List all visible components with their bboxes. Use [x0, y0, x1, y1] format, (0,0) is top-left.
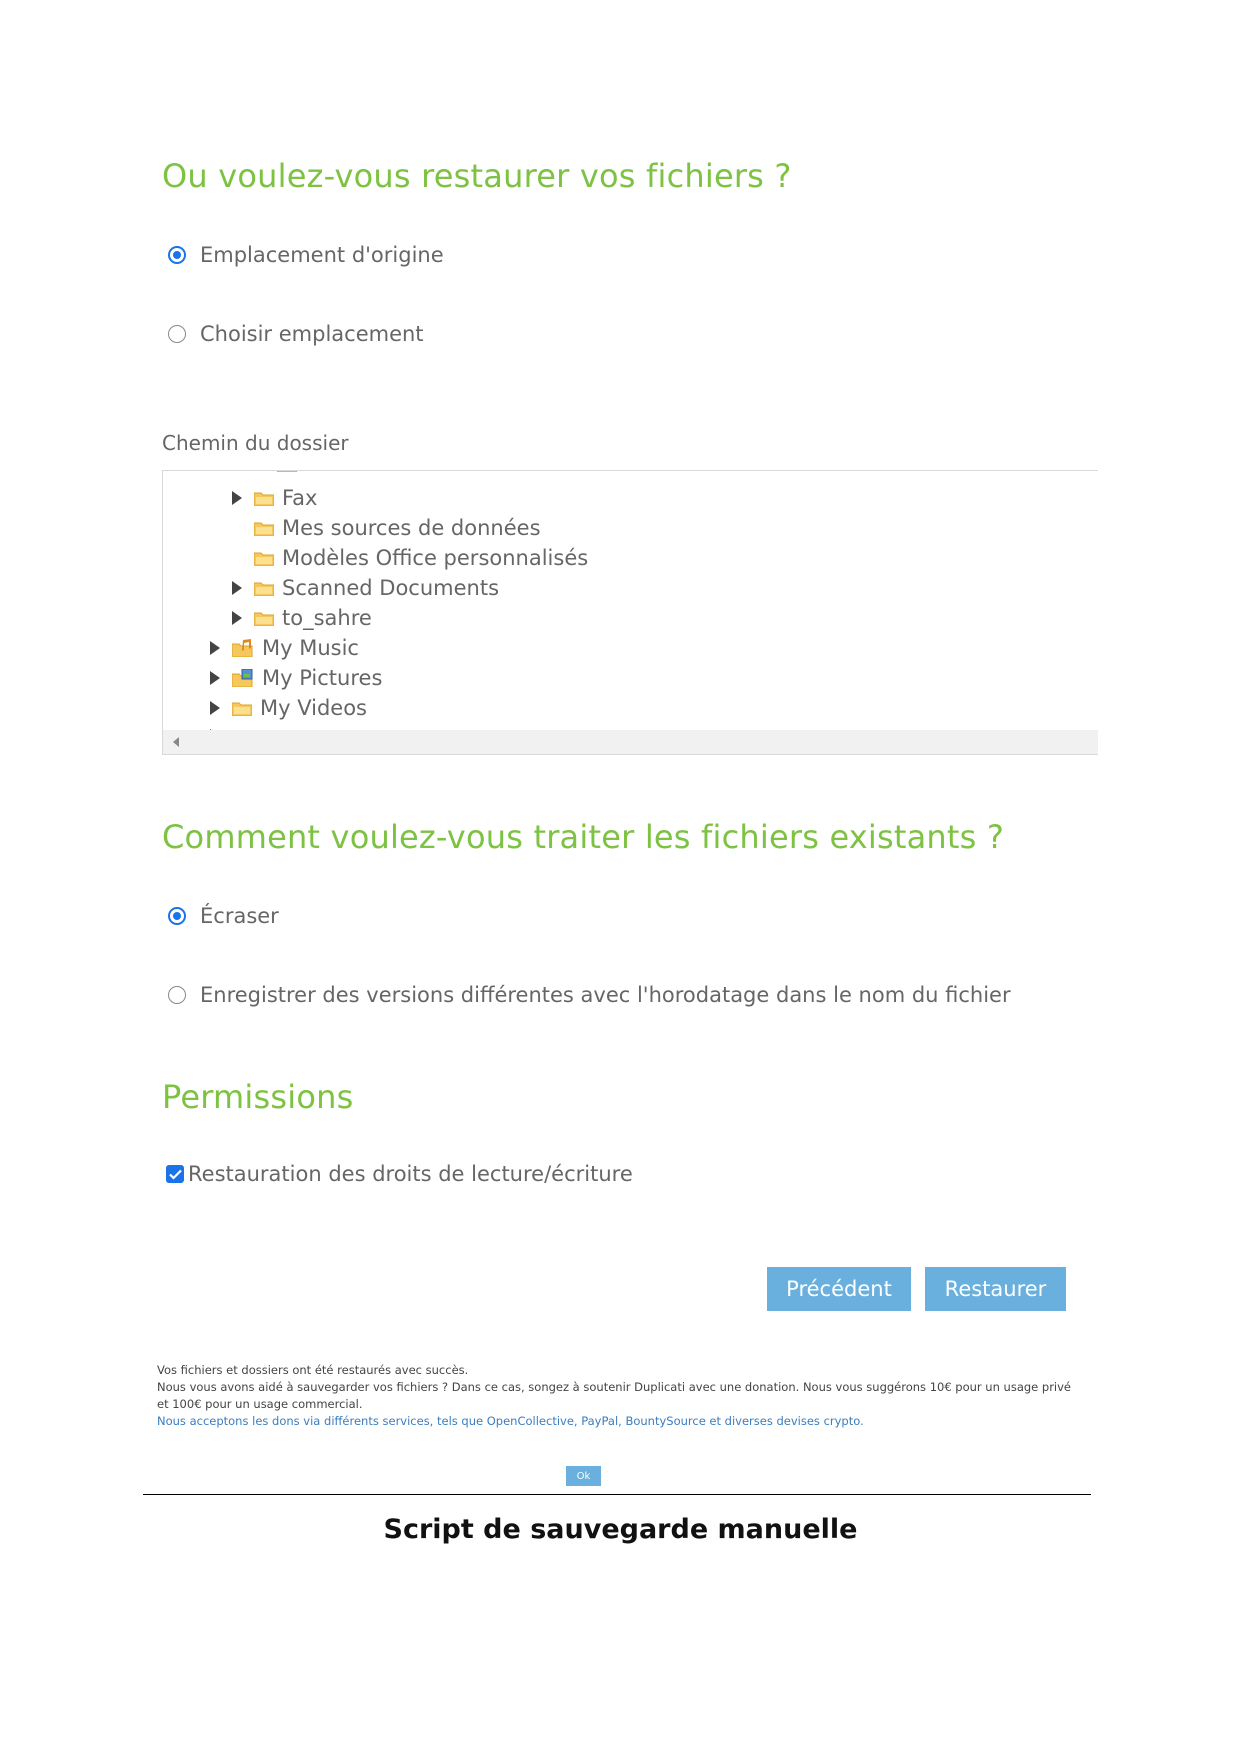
folder-icon [232, 702, 252, 716]
folder-icon [254, 492, 274, 506]
versions-label: Enregistrer des versions différentes ave… [200, 983, 1011, 1007]
tree-node-label: Modèles Office personnalisés [282, 546, 589, 570]
folder-path-label: Chemin du dossier [162, 431, 349, 455]
tree-node-sources[interactable]: Mes sources de données [232, 513, 541, 543]
permissions-heading: Permissions [162, 1078, 354, 1116]
notice-donation-line: Nous vous avons aidé à sauvegarder vos f… [157, 1380, 1072, 1394]
tree-node-label: Fax [282, 486, 318, 510]
tree-node-to-sahre[interactable]: to_sahre [232, 603, 372, 633]
original-location-radio[interactable] [168, 246, 186, 264]
figure-caption: Script de sauvegarde manuelle [383, 1514, 858, 1545]
tree-node-label: My Videos [260, 696, 367, 720]
restore-button[interactable]: Restaurer [925, 1267, 1066, 1311]
donation-services-link[interactable]: Nous acceptons les dons via différents s… [157, 1413, 1087, 1430]
tree-node-fax[interactable]: Fax [232, 483, 317, 513]
tree-node-label: to_sahre [282, 606, 372, 630]
folder-tree[interactable]: Fax Mes sources de données Modèles Offic… [162, 470, 1098, 755]
tree-node-office-templates[interactable]: Modèles Office personnalisés [232, 543, 588, 573]
divider-line [143, 1494, 1091, 1495]
choose-location-option[interactable]: Choisir emplacement [168, 322, 424, 346]
folder-icon [254, 612, 274, 626]
tree-node-my-pictures[interactable]: My Pictures [210, 663, 382, 693]
original-location-label: Emplacement d'origine [200, 243, 444, 267]
expand-arrow-icon[interactable] [232, 581, 242, 595]
choose-location-radio[interactable] [168, 325, 186, 343]
versions-radio[interactable] [168, 986, 186, 1004]
notice-success-line: Vos fichiers et dossiers ont été restaur… [157, 1363, 469, 1377]
expand-arrow-icon[interactable] [232, 611, 242, 625]
tree-node-label: My Music [262, 636, 359, 660]
checkmark-icon [168, 1169, 182, 1180]
tree-node-clipped-top [255, 471, 305, 479]
overwrite-radio[interactable] [168, 907, 186, 925]
restore-permissions-checkbox[interactable] [166, 1165, 184, 1183]
choose-location-label: Choisir emplacement [200, 322, 424, 346]
folder-icon [277, 471, 297, 472]
folder-icon [254, 522, 274, 536]
ok-button[interactable]: Ok [566, 1466, 601, 1486]
restore-permissions-label: Restauration des droits de lecture/écrit… [188, 1162, 633, 1186]
folder-icon [254, 552, 274, 566]
folder-icon [254, 582, 274, 596]
previous-button[interactable]: Précédent [767, 1267, 911, 1311]
tree-node-scanned-documents[interactable]: Scanned Documents [232, 573, 499, 603]
overwrite-label: Écraser [200, 904, 279, 928]
tree-node-my-music[interactable]: My Music [210, 633, 359, 663]
expand-arrow-icon[interactable] [210, 671, 220, 685]
tree-node-label: Mes sources de données [282, 516, 541, 540]
pictures-folder-icon [232, 669, 253, 687]
horizontal-scrollbar[interactable] [163, 730, 1098, 754]
expand-arrow-icon[interactable] [232, 491, 242, 505]
tree-node-label: My Pictures [262, 666, 383, 690]
restore-notice: Vos fichiers et dossiers ont été restaur… [157, 1362, 1087, 1430]
existing-files-heading: Comment voulez-vous traiter les fichiers… [162, 818, 1005, 856]
music-folder-icon [232, 639, 253, 657]
tree-node-label: Scanned Documents [282, 576, 500, 600]
restore-permissions-option[interactable]: Restauration des droits de lecture/écrit… [166, 1162, 633, 1186]
expand-arrow-icon[interactable] [210, 701, 220, 715]
tree-node-my-videos[interactable]: My Videos [210, 693, 367, 723]
original-location-option[interactable]: Emplacement d'origine [168, 243, 444, 267]
expand-arrow-icon[interactable] [210, 641, 220, 655]
versions-option[interactable]: Enregistrer des versions différentes ave… [168, 983, 1011, 1007]
overwrite-option[interactable]: Écraser [168, 904, 279, 928]
location-heading: Ou voulez-vous restaurer vos fichiers ? [162, 157, 792, 195]
notice-donation-line-2: et 100€ pour un usage commercial. [157, 1397, 363, 1411]
scroll-left-icon[interactable] [173, 737, 179, 747]
